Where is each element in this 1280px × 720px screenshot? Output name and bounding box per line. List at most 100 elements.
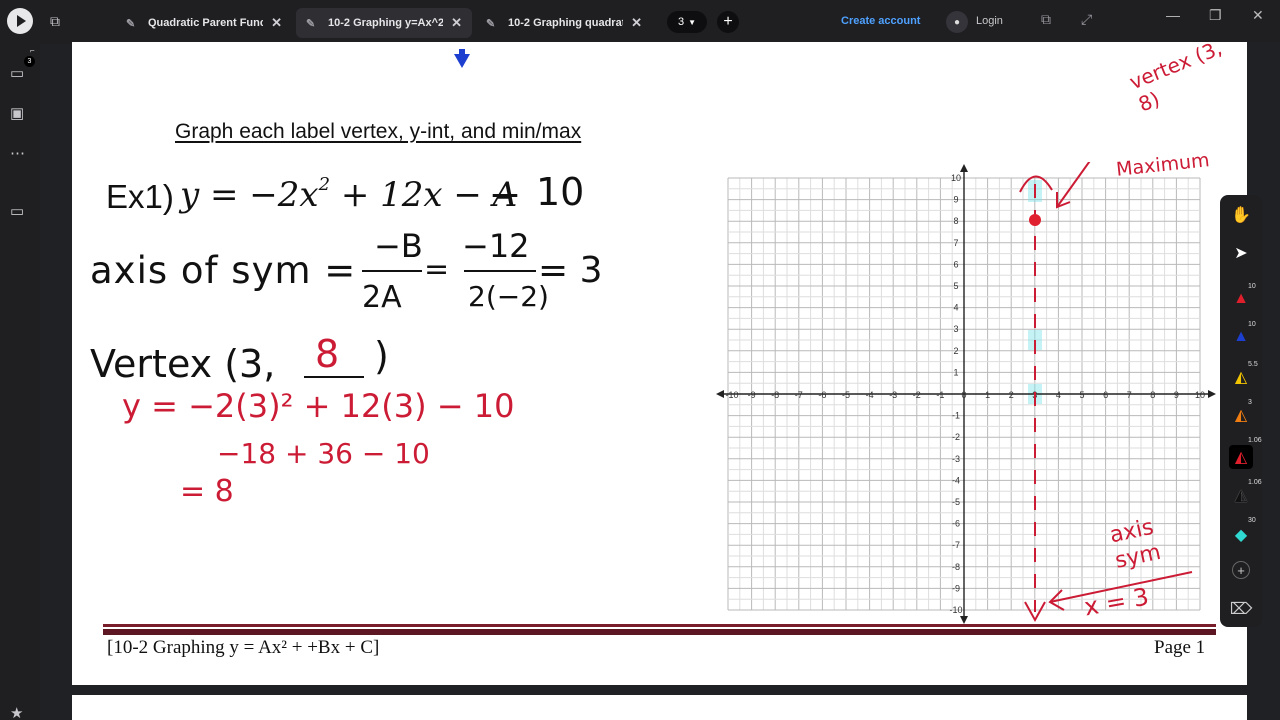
y-tick-label: 9: [953, 195, 958, 205]
login-link[interactable]: Login: [976, 15, 1003, 27]
y-tick-label: 8: [953, 216, 958, 226]
note-icon: ✎: [306, 17, 316, 30]
x-axis-arrow-left-icon: [716, 390, 724, 398]
x-tick-label: -10: [725, 390, 738, 400]
blue-pen-icon[interactable]: ▲: [1229, 325, 1253, 349]
x-tick-labels: -10-9-8-7-6-5-4-3-2-1012345678910: [725, 390, 1205, 400]
hand-icon[interactable]: ✋: [1229, 203, 1253, 227]
y-tick-label: -5: [952, 497, 960, 507]
add-tool-icon[interactable]: +: [1232, 561, 1250, 579]
x-tick-label: -3: [889, 390, 897, 400]
y-tick-label: 4: [953, 303, 958, 313]
y-axis-arrow-up-icon: [960, 164, 968, 172]
y-tick-label: -7: [952, 540, 960, 550]
x-tick-label: -8: [771, 390, 779, 400]
close-icon[interactable]: ✕: [631, 15, 642, 31]
note-icon: ✎: [486, 17, 496, 30]
y-tick-label: 1: [953, 367, 958, 377]
yellow-highlighter-icon[interactable]: ◭: [1229, 365, 1253, 389]
x-tick-label: -9: [748, 390, 756, 400]
orange-highlighter-icon[interactable]: ◭: [1229, 403, 1253, 427]
equals-sign: =: [424, 252, 450, 287]
example-equation: y = −2x2 + 12x − A: [180, 174, 518, 215]
tab-10-2-graphing[interactable]: ✎ 10-2 Graphing y=Ax^2...* ✕: [296, 8, 472, 38]
tab-quadratic-parent[interactable]: ✎ Quadratic Parent Funct...* ✕: [116, 8, 292, 38]
star-icon[interactable]: ★: [10, 704, 23, 720]
axis-fraction-denominator-2: 2(−2): [468, 280, 549, 313]
tool-dock: ✋ ➤ ▲ 10 ▲ 10 ◭ 5.5 ◭ 3 ◭ 1.06 ◭ 1.06 ◆ …: [1220, 195, 1262, 627]
y-tick-label: -3: [952, 454, 960, 464]
black-pen-icon[interactable]: ◭: [1229, 483, 1253, 507]
x-tick-label: -4: [866, 390, 874, 400]
work-line-2: −18 + 36 − 10: [217, 437, 430, 470]
y-axis-arrow-down-icon: [960, 616, 968, 624]
y-tick-label: 2: [953, 346, 958, 356]
chevron-down-icon: ▼: [688, 17, 697, 27]
book-icon[interactable]: ▣: [10, 104, 24, 122]
favorite-pages-icon[interactable]: ▭: [10, 202, 24, 220]
vertex-blank-line: [304, 376, 364, 378]
vertex-point: [1029, 214, 1041, 226]
y-tick-label: -9: [952, 583, 960, 593]
red-marker-icon[interactable]: ◭: [1229, 445, 1253, 469]
y-tick-label: 5: [953, 281, 958, 291]
add-tab-button[interactable]: +: [717, 11, 739, 33]
user-icon[interactable]: ●: [946, 11, 968, 33]
premium-icon[interactable]: ⧉: [1041, 11, 1051, 28]
axis-fraction-denominator: 2A: [362, 280, 402, 315]
close-icon[interactable]: ✕: [451, 15, 462, 31]
axis-fraction-numerator-2: −12: [462, 227, 530, 265]
vertex-y-value: 8: [315, 332, 340, 376]
page-number: Page 1: [1154, 637, 1206, 658]
fraction-bar: [464, 270, 536, 272]
y-tick-label: -4: [952, 475, 960, 485]
cyan-highlighter-icon[interactable]: ◆: [1229, 523, 1253, 547]
footer-title: [10-2 Graphing y = Ax² + +Bx + C]: [107, 637, 380, 658]
x-tick-label: 4: [1056, 390, 1061, 400]
restore-icon[interactable]: ❐: [1209, 7, 1222, 24]
menu-icon[interactable]: ⌐: [30, 46, 35, 55]
eraser-icon[interactable]: ⌦: [1229, 597, 1253, 621]
x-tick-label: -7: [795, 390, 803, 400]
fullscreen-icon[interactable]: ⤢: [1081, 11, 1092, 28]
x-tick-label: 9: [1174, 390, 1179, 400]
axis-of-sym-label: axis of sym =: [90, 249, 357, 292]
x-tick-label: -2: [913, 390, 921, 400]
close-icon[interactable]: ✕: [271, 15, 282, 31]
red-pen-icon[interactable]: ▲: [1229, 287, 1253, 311]
y-tick-label: 6: [953, 259, 958, 269]
y-tick-label: 3: [953, 324, 958, 334]
pages-icon[interactable]: ▭: [10, 64, 24, 82]
app-logo-icon[interactable]: [7, 8, 33, 34]
fraction-bar: [362, 270, 422, 272]
page-heading: Graph each label vertex, y-int, and min/…: [175, 120, 582, 143]
create-account-link[interactable]: Create account: [841, 15, 920, 27]
close-window-icon[interactable]: ✕: [1252, 7, 1264, 24]
pointer-icon[interactable]: ➤: [1229, 241, 1253, 265]
x-tick-label: 5: [1079, 390, 1084, 400]
axis-result: = 3: [538, 250, 603, 291]
page-count-dropdown[interactable]: 3 ▼: [667, 11, 707, 33]
minimize-icon[interactable]: —: [1166, 7, 1180, 23]
title-bar: ⧉ ✎ Quadratic Parent Funct...* ✕ ✎ 10-2 …: [0, 0, 1280, 44]
x-tick-label: 1: [985, 390, 990, 400]
document-page[interactable]: Graph each label vertex, y-int, and min/…: [72, 36, 1247, 685]
next-page[interactable]: [72, 695, 1247, 720]
y-tick-label: -8: [952, 562, 960, 572]
x-tick-label: 2: [1009, 390, 1014, 400]
axis-fraction-numerator: −B: [374, 227, 423, 265]
work-line-1: y = −2(3)² + 12(3) − 10: [122, 387, 515, 425]
y-tick-label: -2: [952, 432, 960, 442]
left-rail: ⌐ ▭ 3 ▣ ⋯ ▭ ★: [0, 44, 40, 720]
footer-rule: [103, 624, 1216, 627]
y-tick-label: 7: [953, 238, 958, 248]
work-line-3: = 8: [180, 474, 234, 509]
tab-10-2-graphing-quadrat[interactable]: ✎ 10-2 Graphing quadrat... ✕: [476, 8, 652, 38]
hand-constant: 10: [536, 170, 585, 214]
x-tick-label: -6: [818, 390, 826, 400]
vertex-close-paren: ): [374, 334, 389, 378]
y-tick-label: -6: [952, 519, 960, 529]
new-note-icon[interactable]: ⧉: [50, 13, 68, 31]
more-icon[interactable]: ⋯: [10, 144, 25, 162]
y-tick-label: 10: [951, 173, 961, 183]
